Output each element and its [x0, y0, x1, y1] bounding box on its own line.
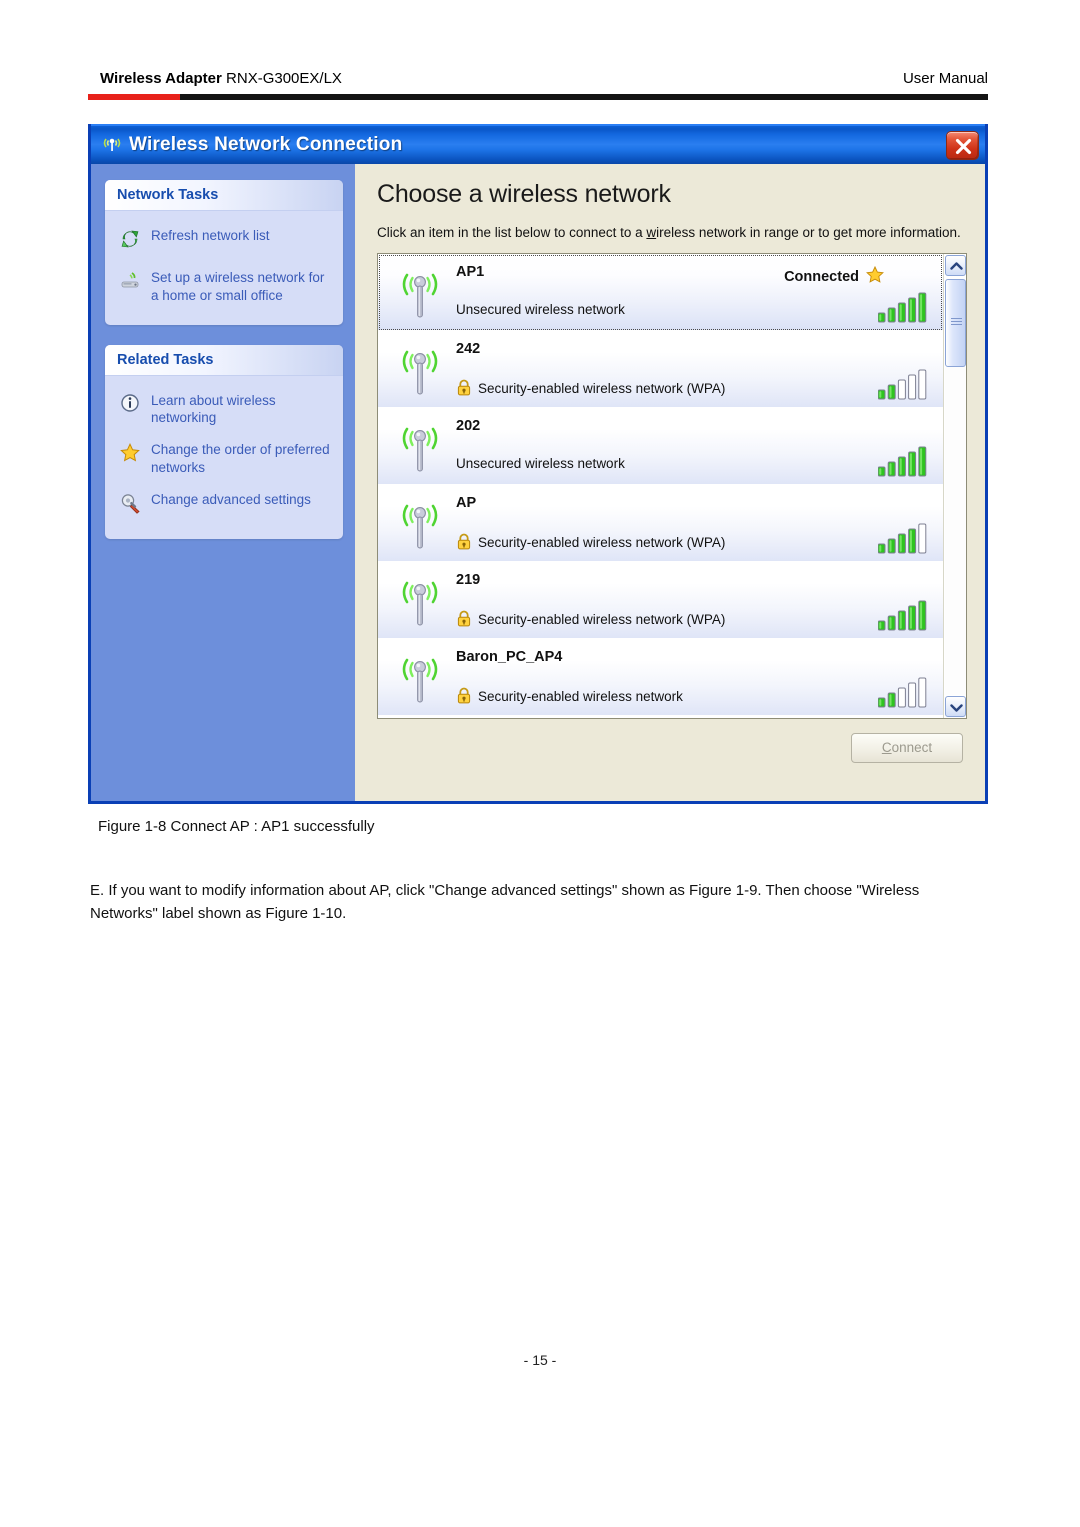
network-ssid: AP1	[456, 263, 485, 280]
figure-caption: Figure 1-8 Connect AP : AP1 successfully	[98, 818, 375, 835]
network-list-item[interactable]: 219 Security-enabled wireless network (W…	[378, 561, 943, 639]
preferred-star-icon	[865, 265, 885, 289]
instruction-after: ireless network in range or to get more …	[656, 225, 961, 240]
setup-wireless-icon	[119, 270, 143, 297]
panel-heading-network-tasks: Network Tasks	[105, 180, 343, 211]
network-list: AP1 Connected Unsecured wireless network 2…	[377, 252, 967, 719]
network-list-item[interactable]: 242 Security-enabled wireless network (W…	[378, 330, 943, 408]
manual-type-label: User Manual	[902, 70, 988, 87]
network-ssid: AP	[456, 494, 477, 511]
network-description: Unsecured wireless network	[456, 302, 625, 317]
access-point-icon	[394, 266, 446, 322]
scrollbar-grip	[951, 317, 962, 327]
network-description: Security-enabled wireless network (WPA)	[456, 379, 725, 399]
header-divider	[88, 94, 988, 100]
access-point-icon	[394, 651, 446, 707]
task-label-learn-wireless: Learn about wireless networking	[151, 392, 276, 426]
panel-related-tasks: Related Tasks Learn about wireless netwo…	[105, 344, 343, 539]
signal-strength-bars	[877, 598, 929, 637]
header-divider-accent	[88, 94, 180, 100]
panel-body-related-tasks: Learn about wireless networking Change t…	[105, 376, 343, 539]
lock-icon	[456, 687, 472, 707]
network-ssid: 202	[456, 417, 481, 434]
wireless-antenna-icon	[101, 134, 123, 156]
window-titlebar[interactable]: Wireless Network Connection	[91, 124, 985, 164]
task-label-setup-wireless: Set up a wireless network for a home or …	[151, 270, 325, 303]
network-ssid: 242	[456, 340, 481, 357]
access-point-icon	[394, 574, 446, 630]
page-number: - 15 -	[523, 1352, 557, 1368]
network-description-text: Unsecured wireless network	[456, 455, 625, 471]
task-label-refresh: Refresh network list	[151, 228, 270, 243]
scrollbar-track[interactable]	[945, 366, 966, 695]
network-list-item[interactable]: Baron_PC_AP4 Security-enabled wireless n…	[378, 638, 943, 716]
page-header: Wireless Adapter RNX-G300EX/LX User Manu…	[88, 66, 988, 106]
page-title: Choose a wireless network	[377, 180, 671, 208]
task-pane: Network Tasks Refresh network list Set u…	[91, 164, 355, 801]
star-icon	[119, 442, 143, 469]
task-change-order-preferred-networks[interactable]: Change the order of preferred networks	[115, 435, 333, 485]
lock-icon	[456, 379, 472, 399]
body-paragraph: E. If you want to modify information abo…	[90, 882, 920, 922]
advanced-settings-icon	[119, 492, 143, 519]
network-status: Connected	[784, 265, 885, 289]
task-label-change-order: Change the order of preferred networks	[151, 442, 330, 476]
panel-network-tasks: Network Tasks Refresh network list Set u…	[105, 180, 343, 325]
network-list-item[interactable]: AP Security-enabled wireless network (WP…	[378, 484, 943, 562]
network-list-scrollbar[interactable]	[943, 253, 966, 718]
brand-model: RNX-G300EX/LX	[221, 70, 342, 87]
button-row: Connect	[373, 732, 969, 763]
signal-strength-bars	[877, 675, 929, 714]
task-label-change-advanced: Change advanced settings	[151, 491, 311, 507]
connect-label-rest: onnect	[891, 740, 933, 756]
window-title: Wireless Network Connection	[129, 134, 403, 155]
task-change-advanced-settings[interactable]: Change advanced settings	[115, 485, 333, 527]
close-icon[interactable]	[946, 130, 979, 160]
manual-brand: Wireless Adapter RNX-G300EX/LX	[100, 70, 342, 87]
panel-heading-related-tasks: Related Tasks	[105, 344, 343, 376]
network-description-text: Security-enabled wireless network	[478, 689, 683, 705]
network-ssid: Baron_PC_AP4	[456, 648, 563, 665]
instruction-accelerator: w	[646, 225, 657, 240]
network-description: Security-enabled wireless network (WPA)	[456, 610, 725, 630]
network-description-text: Security-enabled wireless network (WPA)	[478, 535, 726, 551]
refresh-icon	[119, 228, 143, 255]
window-body: Network Tasks Refresh network list Set u…	[91, 164, 985, 801]
access-point-icon	[394, 497, 446, 553]
network-list-item[interactable]: AP1 Connected Unsecured wireless network	[378, 253, 943, 331]
network-description-text: Unsecured wireless network	[456, 301, 625, 317]
header-divider-bar	[180, 94, 988, 100]
connect-button[interactable]: Connect	[851, 732, 963, 763]
signal-strength-bars	[877, 290, 929, 329]
network-description: Unsecured wireless network	[456, 456, 625, 471]
content-pane: Choose a wireless network Click an item …	[355, 164, 985, 801]
chevron-up-icon[interactable]	[945, 254, 966, 276]
chevron-down-icon[interactable]	[945, 695, 966, 717]
network-list-scrollarea: AP1 Connected Unsecured wireless network 2…	[378, 253, 943, 718]
info-icon	[119, 393, 143, 420]
lock-icon	[456, 610, 472, 630]
network-description-text: Security-enabled wireless network (WPA)	[478, 612, 726, 628]
brand-strong: Wireless Adapter	[100, 70, 222, 87]
signal-strength-bars	[877, 521, 929, 560]
task-refresh-network-list[interactable]: Refresh network list	[115, 221, 333, 263]
instruction-text: Click an item in the list below to conne…	[377, 223, 969, 243]
panel-body-network-tasks: Refresh network list Set up a wireless n…	[105, 211, 343, 325]
instruction-before: Click an item in the list below to conne…	[377, 225, 647, 240]
signal-strength-bars	[877, 444, 929, 483]
task-learn-about-wireless[interactable]: Learn about wireless networking	[115, 386, 333, 436]
signal-strength-bars	[877, 367, 929, 406]
scrollbar-thumb[interactable]	[945, 278, 966, 367]
task-setup-wireless-network[interactable]: Set up a wireless network for a home or …	[115, 263, 333, 313]
network-ssid: 219	[456, 571, 481, 588]
network-description: Security-enabled wireless network	[456, 687, 683, 707]
network-list-item[interactable]: 202 Unsecured wireless network	[378, 407, 943, 485]
access-point-icon	[394, 420, 446, 476]
network-description-text: Security-enabled wireless network (WPA)	[478, 381, 726, 397]
access-point-icon	[394, 343, 446, 399]
wireless-network-connection-window: Wireless Network Connection Network Task…	[88, 124, 988, 804]
lock-icon	[456, 533, 472, 553]
connect-accelerator: C	[881, 740, 892, 756]
network-description: Security-enabled wireless network (WPA)	[456, 533, 725, 553]
